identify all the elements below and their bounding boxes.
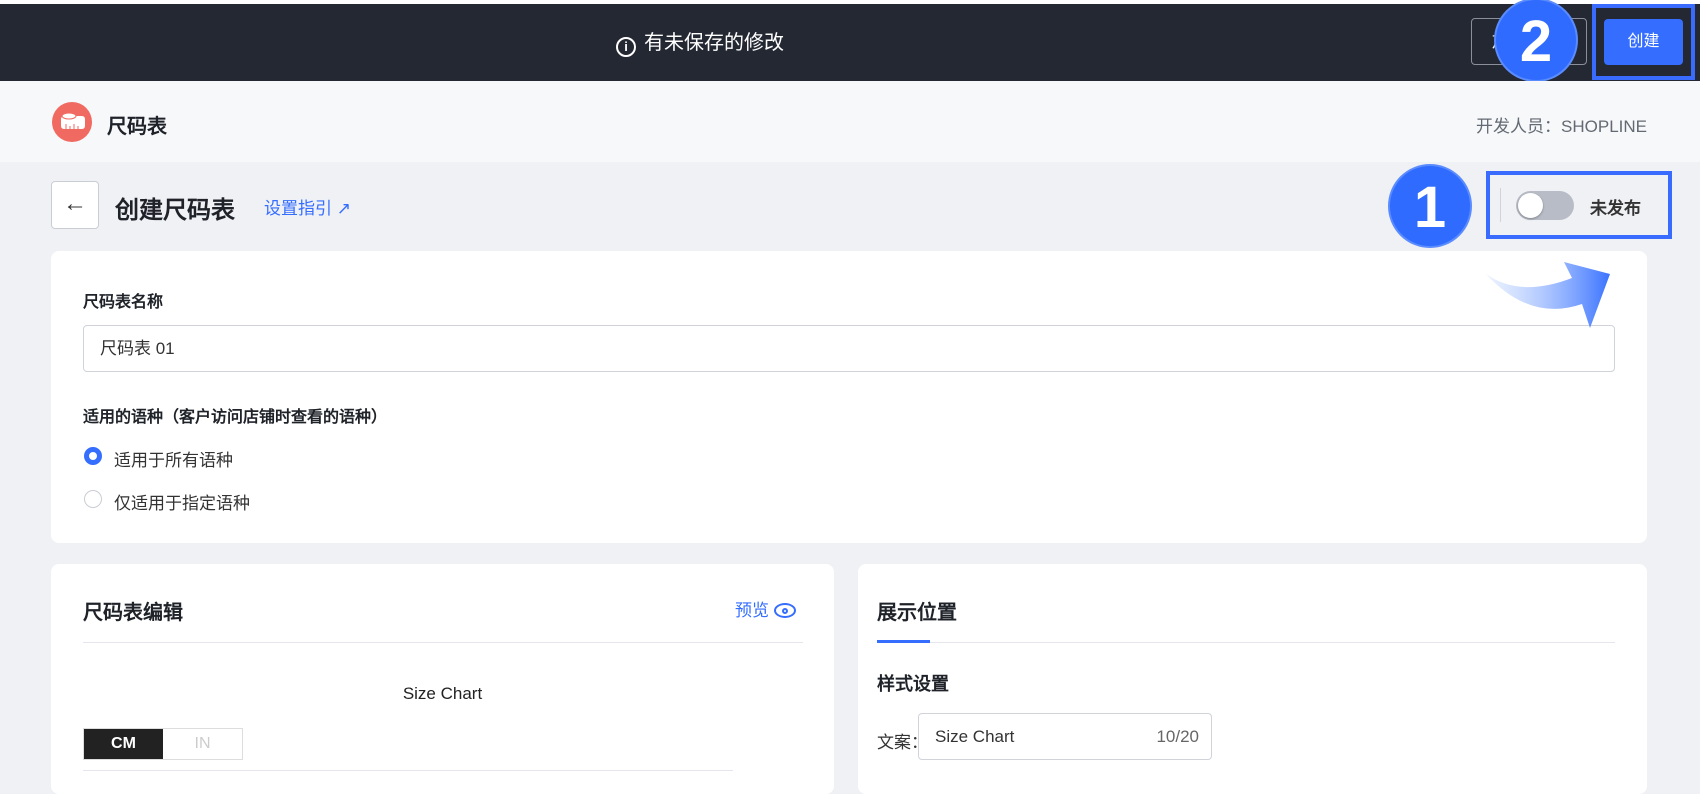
radio-all-languages[interactable] — [84, 447, 102, 465]
notice-text: 有未保存的修改 — [644, 32, 784, 54]
arrow-left-icon: ← — [63, 190, 87, 217]
preview-button[interactable]: 预览 — [735, 596, 796, 621]
publish-toggle[interactable] — [1516, 191, 1574, 220]
size-chart-name-input[interactable]: 尺码表 01 — [83, 325, 1615, 372]
info-icon: i — [616, 37, 636, 57]
radio-label-all: 适用于所有语种 — [114, 451, 233, 470]
step-badge-1: 1 — [1388, 164, 1472, 248]
setup-guide-link[interactable]: 设置指引 ↗ — [264, 194, 351, 219]
basic-info-card — [51, 251, 1647, 543]
app-header — [0, 81, 1700, 162]
style-settings-heading: 样式设置 — [877, 674, 949, 694]
text-value: Size Chart — [935, 727, 1015, 746]
guide-link-text: 设置指引 — [264, 199, 332, 218]
tab-display-position[interactable]: 展示位置 — [877, 596, 957, 625]
radio-label-specific: 仅适用于指定语种 — [114, 494, 250, 513]
editor-title: 尺码表编辑 — [83, 602, 183, 624]
unit-cm[interactable]: CM — [84, 729, 163, 759]
active-tab-indicator — [877, 640, 930, 643]
back-button[interactable]: ← — [51, 181, 99, 229]
divider — [83, 642, 803, 643]
unit-in[interactable]: IN — [163, 729, 242, 759]
radio-specific-languages[interactable] — [84, 490, 102, 508]
page-title: 创建尺码表 — [115, 197, 235, 224]
app-name: 尺码表 — [107, 116, 167, 138]
highlight-box-publish — [1486, 171, 1672, 239]
divider — [877, 642, 1615, 643]
preview-text: 预览 — [735, 601, 769, 620]
chart-title: Size Chart — [402, 684, 483, 703]
char-counter: 10/20 — [1156, 727, 1199, 746]
measuring-tape-logo-icon — [52, 102, 92, 142]
create-button[interactable]: 创建 — [1604, 19, 1683, 65]
curved-arrow-icon — [1486, 262, 1610, 328]
step-badge-2: 2 — [1494, 0, 1578, 82]
name-label: 尺码表名称 — [83, 294, 164, 311]
publish-status: 未发布 — [1590, 199, 1641, 218]
divider — [1500, 188, 1501, 222]
language-label: 适用的语种（客户访问店铺时查看的语种） — [83, 409, 388, 426]
eye-icon — [773, 603, 796, 618]
external-link-icon: ↗ — [336, 199, 351, 218]
developer-label: 开发人员：SHOPLINE — [1476, 117, 1647, 136]
divider — [83, 770, 733, 771]
button-text-input[interactable]: Size Chart 10/20 — [918, 713, 1212, 760]
unit-switch: CM IN — [83, 728, 243, 760]
unsaved-notice: i 有未保存的修改 — [0, 26, 1400, 57]
